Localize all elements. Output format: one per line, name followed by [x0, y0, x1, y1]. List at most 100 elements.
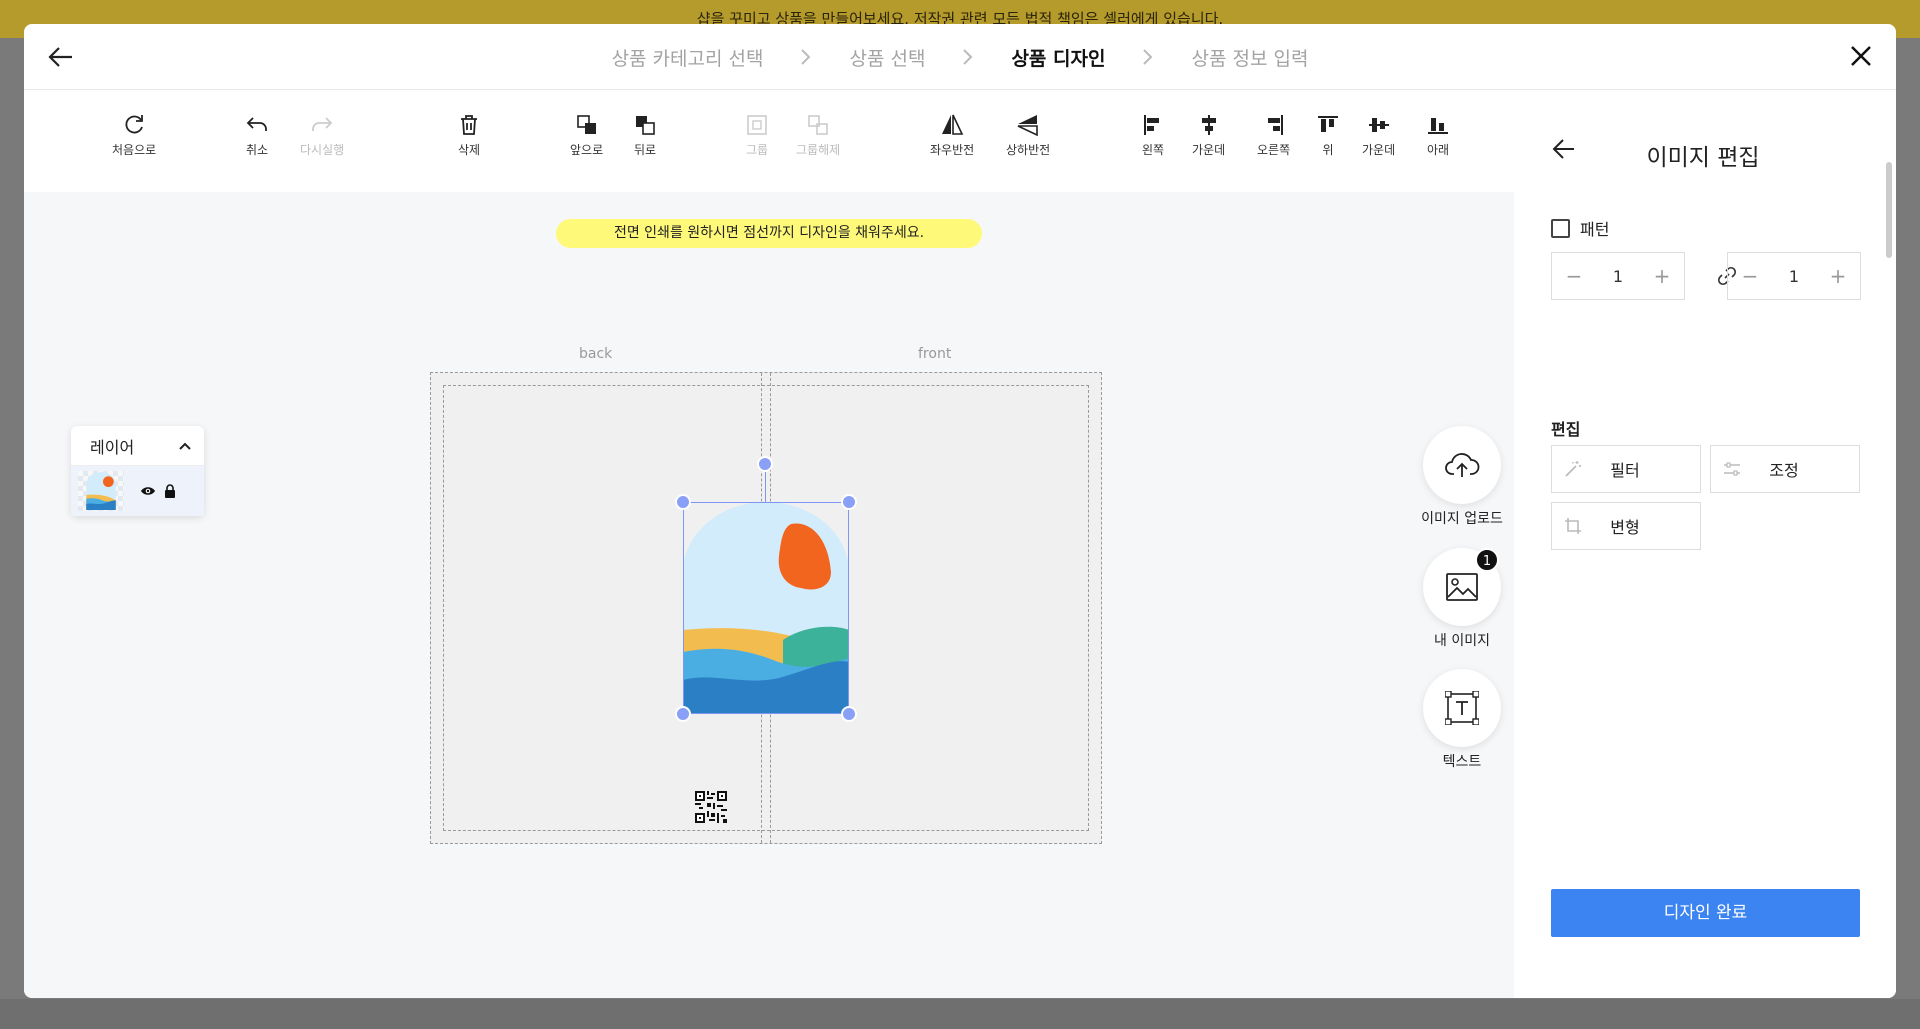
align-right-icon [1267, 115, 1283, 135]
align-bottom-icon [1428, 118, 1448, 134]
lock-icon[interactable] [164, 484, 176, 498]
adjust-label: 조정 [1769, 461, 1799, 480]
step-category: 상품 카테고리 선택 [611, 47, 764, 70]
add-text-label: 텍스트 [1442, 754, 1482, 770]
modal-header: 상품 카테고리 선택 상품 선택 상품 디자인 상품 정보 입력 [24, 24, 1896, 90]
ungroup-icon [808, 115, 828, 135]
send-backward-icon [636, 116, 655, 135]
refresh-icon [125, 115, 143, 134]
align-bottom-button[interactable]: 아래 [1425, 112, 1451, 158]
undo-button[interactable]: 취소 [244, 112, 270, 158]
resize-handle-bottom-right[interactable] [841, 706, 857, 722]
resize-handle-top-left[interactable] [675, 494, 691, 510]
step-product-select: 상품 선택 [849, 47, 926, 70]
plus-icon[interactable]: + [1652, 264, 1672, 288]
design-modal: 상품 카테고리 선택 상품 선택 상품 디자인 상품 정보 입력 처음으로 취소… [24, 24, 1896, 998]
flip-horizontal-button[interactable]: 좌우반전 [930, 112, 974, 158]
redo-label: 다시실행 [300, 143, 345, 157]
back-button[interactable] [46, 42, 76, 72]
transform-label: 변형 [1610, 518, 1640, 537]
flip-vertical-button[interactable]: 상하반전 [1006, 112, 1050, 158]
layer-panel-header[interactable]: 레이어 [71, 426, 204, 466]
layer-thumbnail-image [86, 472, 116, 510]
bring-forward-icon [576, 115, 596, 134]
text-tool-icon [1445, 691, 1479, 725]
pattern-checkbox-box[interactable] [1551, 218, 1570, 238]
ungroup-label: 그룹해제 [796, 143, 841, 157]
panel-scrollbar[interactable] [1886, 162, 1892, 258]
design-canvas-area[interactable]: 전면 인쇄를 원하시면 점선까지 디자인을 채워주세요. back front [24, 192, 1514, 998]
sliders-icon [1724, 462, 1740, 476]
image-gallery-icon [1446, 573, 1478, 601]
chevron-right-icon [929, 48, 1007, 66]
align-middle-icon [1368, 118, 1389, 132]
align-top-button[interactable]: 위 [1315, 112, 1341, 158]
qr-code-icon [695, 791, 727, 823]
my-images-label: 내 이미지 [1434, 633, 1490, 649]
pattern-columns-stepper: − 1 + [1551, 252, 1685, 300]
redo-button[interactable]: 다시실행 [300, 112, 344, 158]
align-right-button[interactable]: 오른쪽 [1257, 112, 1290, 158]
image-edit-header: 이미지 편집 [1514, 134, 1896, 174]
align-middle-button[interactable]: 가운데 [1362, 112, 1395, 158]
add-text-button[interactable] [1423, 669, 1501, 747]
ungroup-button[interactable]: 그룹해제 [796, 112, 840, 158]
eye-icon[interactable] [140, 485, 156, 497]
align-bottom-label: 아래 [1426, 143, 1450, 157]
step-indicator: 상품 카테고리 선택 상품 선택 상품 디자인 상품 정보 입력 [24, 24, 1896, 90]
transform-button[interactable]: 변형 [1551, 502, 1701, 550]
resize-handle-top-right[interactable] [841, 494, 857, 510]
stepper-value[interactable]: 1 [1613, 267, 1623, 286]
align-left-label: 왼쪽 [1141, 143, 1165, 157]
image-edit-panel: 이미지 편집 패턴 − 1 + − 1 + 편집 필터 조정 변형 디자인 완료 [1514, 90, 1896, 998]
my-images-button[interactable]: 1 [1423, 548, 1501, 626]
minus-icon[interactable]: − [1740, 264, 1760, 288]
layer-thumbnail [78, 471, 124, 511]
design-complete-button[interactable]: 디자인 완료 [1551, 889, 1860, 937]
back-side-label: back [579, 346, 613, 362]
flip-vertical-label: 상하반전 [1006, 143, 1051, 157]
filter-button[interactable]: 필터 [1551, 445, 1701, 493]
step-product-design: 상품 디자인 [1001, 44, 1116, 71]
plus-icon[interactable]: + [1828, 264, 1848, 288]
magic-wand-icon [1565, 461, 1581, 477]
group-label: 그룹 [745, 143, 769, 157]
align-top-label: 위 [1322, 143, 1334, 157]
align-left-icon [1144, 115, 1159, 135]
layer-item[interactable] [71, 466, 204, 516]
chevron-up-icon[interactable] [178, 441, 192, 451]
close-icon [1851, 46, 1871, 66]
trash-icon [461, 115, 477, 135]
cloud-upload-icon [1445, 453, 1480, 477]
send-backward-button[interactable]: 뒤로 [632, 112, 658, 158]
flip-horizontal-icon [942, 114, 964, 135]
editor-toolbar: 처음으로 취소 다시실행 삭제 앞으로 뒤로 그룹 그룹해제 좌우반전 상하반전… [24, 90, 1514, 192]
rotate-handle[interactable] [757, 456, 773, 472]
background-page-footer [0, 999, 1920, 1029]
redo-icon [312, 117, 333, 131]
adjust-button[interactable]: 조정 [1710, 445, 1860, 493]
pattern-rows-stepper: − 1 + [1727, 252, 1861, 300]
align-left-button[interactable]: 왼쪽 [1140, 112, 1166, 158]
delete-button[interactable]: 삭제 [456, 112, 482, 158]
step-product-info: 상품 정보 입력 [1191, 47, 1309, 70]
close-button[interactable] [1846, 41, 1876, 71]
panel-title: 이미지 편집 [1646, 145, 1760, 171]
crop-icon [1565, 518, 1581, 534]
minus-icon[interactable]: − [1564, 264, 1584, 288]
upload-image-button[interactable] [1423, 426, 1501, 504]
pattern-checkbox[interactable]: 패턴 [1551, 216, 1609, 240]
align-center-button[interactable]: 가운데 [1192, 112, 1225, 158]
my-images-count-badge: 1 [1475, 548, 1499, 572]
flip-vertical-icon [1017, 115, 1038, 137]
undo-label: 취소 [245, 143, 269, 157]
bring-forward-label: 앞으로 [570, 143, 604, 157]
bring-forward-button[interactable]: 앞으로 [570, 112, 603, 158]
layer-panel-title: 레이어 [90, 437, 135, 457]
arrow-left-icon [48, 47, 72, 67]
flip-horizontal-label: 좌우반전 [930, 143, 975, 157]
stepper-value[interactable]: 1 [1789, 267, 1799, 286]
group-button[interactable]: 그룹 [744, 112, 770, 158]
resize-handle-bottom-left[interactable] [675, 706, 691, 722]
reset-button[interactable]: 처음으로 [112, 112, 156, 158]
